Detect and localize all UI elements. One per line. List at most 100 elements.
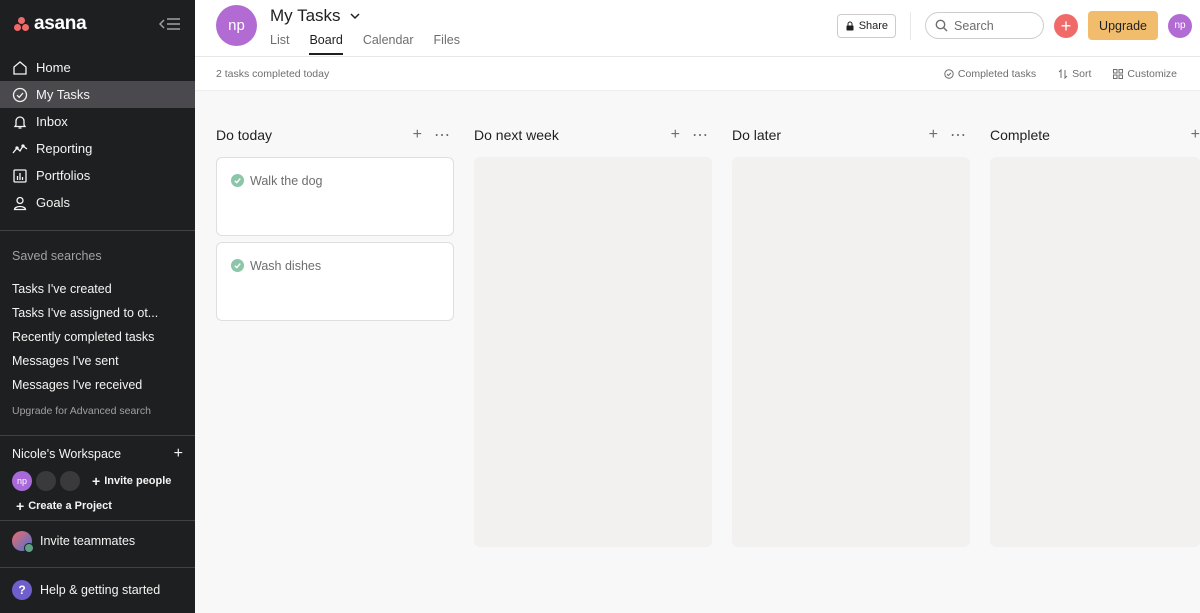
avatar[interactable]: np: [12, 471, 32, 491]
column-title[interactable]: Do next week: [474, 127, 559, 143]
workspace-name[interactable]: Nicole's Workspace: [12, 447, 121, 461]
upgrade-search-link[interactable]: Upgrade for Advanced search: [0, 405, 195, 419]
saved-search-item[interactable]: Recently completed tasks: [0, 325, 195, 349]
task-card[interactable]: Walk the dog: [216, 157, 454, 236]
tab-calendar[interactable]: Calendar: [363, 33, 414, 55]
column-header: Complete +: [990, 117, 1200, 153]
topbar-actions: Share Search + Upgrade np: [836, 11, 1192, 40]
saved-search-item[interactable]: Messages I've received: [0, 373, 195, 397]
sidebar-item-inbox[interactable]: Inbox: [0, 108, 195, 135]
chart-line-icon: [12, 143, 28, 153]
more-icon[interactable]: ⋯: [434, 125, 450, 145]
sidebar-item-label: Portfolios: [36, 168, 91, 183]
help-button[interactable]: ? Help & getting started: [0, 570, 195, 610]
board-column-complete: Complete +: [990, 117, 1200, 547]
column-dropzone[interactable]: [474, 157, 712, 547]
subbar-actions: Completed tasks Sort Customize: [944, 68, 1177, 80]
sidebar-item-my-tasks[interactable]: My Tasks: [0, 81, 195, 108]
more-icon[interactable]: ⋯: [692, 125, 708, 145]
invite-teammates-label: Invite teammates: [40, 534, 136, 548]
tab-board[interactable]: Board: [309, 33, 343, 55]
asana-logo-icon: [14, 17, 30, 31]
bell-icon: [13, 115, 27, 129]
tab-files[interactable]: Files: [434, 33, 460, 55]
add-task-icon[interactable]: +: [1191, 126, 1200, 144]
search-placeholder: Search: [954, 18, 994, 33]
avatar-placeholder: [60, 471, 80, 491]
completed-tasks-label: Completed tasks: [957, 67, 1037, 80]
column-actions: + ⋯: [929, 125, 966, 145]
check-circle-icon: [12, 87, 28, 102]
column-dropzone[interactable]: [990, 157, 1200, 547]
task-name: Walk the dog: [250, 174, 323, 188]
collapse-sidebar-icon[interactable]: [159, 16, 181, 32]
share-button[interactable]: Share: [836, 13, 897, 38]
topbar: np My Tasks List Board Calendar Files Sh…: [195, 0, 1200, 57]
chevron-down-icon[interactable]: [349, 10, 361, 22]
tab-list[interactable]: List: [270, 33, 289, 55]
column-title[interactable]: Do later: [732, 127, 781, 143]
lock-icon: [846, 21, 854, 30]
invite-teammates-icon: [12, 531, 34, 553]
task-name: Wash dishes: [250, 259, 322, 273]
user-avatar[interactable]: np: [1168, 13, 1192, 38]
logo-text: asana: [34, 13, 87, 34]
home-icon: [13, 60, 27, 75]
plus-icon: +: [1060, 15, 1072, 36]
sidebar: asana Home My Tasks Inbox Reporting Port…: [0, 0, 195, 613]
page-title-wrap[interactable]: My Tasks: [270, 6, 361, 26]
customize-button[interactable]: Customize: [1113, 68, 1177, 80]
saved-search-item[interactable]: Messages I've sent: [0, 349, 195, 373]
customize-icon: [1113, 68, 1124, 79]
column-title[interactable]: Complete: [990, 127, 1050, 143]
subbar: 2 tasks completed today Completed tasks …: [195, 57, 1200, 91]
sidebar-item-goals[interactable]: Goals: [0, 189, 195, 216]
add-workspace-icon[interactable]: +: [174, 445, 183, 463]
plus-icon: +: [92, 473, 101, 489]
sidebar-item-home[interactable]: Home: [0, 54, 195, 81]
column-header: Do next week + ⋯: [474, 117, 712, 153]
add-task-icon[interactable]: +: [929, 126, 938, 144]
create-project-button[interactable]: + Create a Project: [0, 496, 195, 516]
page-avatar: np: [216, 5, 257, 46]
sidebar-item-portfolios[interactable]: Portfolios: [0, 162, 195, 189]
completed-tasks-button[interactable]: Completed tasks: [944, 68, 1036, 80]
check-icon[interactable]: [231, 174, 244, 187]
create-project-label: Create a Project: [28, 500, 112, 512]
column-actions: + ⋯: [413, 125, 450, 145]
column-dropzone[interactable]: [732, 157, 970, 547]
sidebar-divider: [0, 230, 195, 231]
board-column-do-later: Do later + ⋯: [732, 117, 970, 547]
column-title[interactable]: Do today: [216, 127, 272, 143]
sidebar-divider: [0, 567, 195, 568]
search-icon: [935, 19, 948, 32]
sidebar-item-reporting[interactable]: Reporting: [0, 135, 195, 162]
asana-logo[interactable]: asana: [14, 13, 87, 35]
upgrade-button[interactable]: Upgrade: [1088, 11, 1158, 40]
invite-people-label: Invite people: [104, 475, 172, 487]
sidebar-item-label: My Tasks: [36, 87, 90, 102]
sidebar-item-label: Home: [36, 60, 71, 75]
check-icon[interactable]: [231, 259, 244, 272]
board: Do today + ⋯ Walk the dog Wash dishes Do…: [195, 91, 1200, 613]
person-icon: [13, 196, 27, 210]
quick-add-button[interactable]: +: [1054, 13, 1079, 38]
sort-icon: [1058, 68, 1068, 79]
task-card[interactable]: Wash dishes: [216, 242, 454, 321]
sidebar-divider: [0, 435, 195, 436]
sort-button[interactable]: Sort: [1058, 68, 1091, 80]
invite-teammates-button[interactable]: Invite teammates: [0, 521, 195, 561]
workspace-members: np + Invite people: [0, 466, 195, 496]
bar-chart-icon: [13, 168, 27, 183]
add-task-icon[interactable]: +: [413, 126, 422, 144]
invite-people-button[interactable]: + Invite people: [92, 473, 171, 489]
avatar-placeholder: [36, 471, 56, 491]
search-input[interactable]: Search: [925, 12, 1045, 39]
sidebar-item-label: Reporting: [36, 141, 93, 156]
page-title: My Tasks: [270, 6, 341, 25]
saved-search-item[interactable]: Tasks I've created: [0, 277, 195, 301]
more-icon[interactable]: ⋯: [950, 125, 966, 145]
add-task-icon[interactable]: +: [671, 126, 680, 144]
logo-row: asana: [0, 0, 195, 48]
saved-search-item[interactable]: Tasks I've assigned to ot...: [0, 301, 195, 325]
